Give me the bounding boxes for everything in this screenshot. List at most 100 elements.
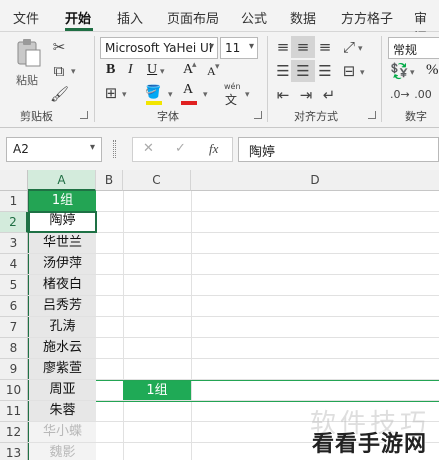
cell-a11[interactable]: 朱蓉 xyxy=(29,401,96,421)
cell-a13[interactable]: 魏影 xyxy=(29,443,96,460)
cell-a1[interactable]: 1组 xyxy=(29,191,96,211)
row-header[interactable]: 7 xyxy=(0,317,28,338)
currency-icon[interactable]: 💱 xyxy=(390,62,409,80)
font-color-button[interactable]: A xyxy=(180,82,200,106)
phonetic-dropdown-icon[interactable]: ▾ xyxy=(245,90,250,100)
row-header[interactable]: 6 xyxy=(0,296,28,317)
row-header[interactable]: 2 xyxy=(0,212,28,233)
column-header-b[interactable]: B xyxy=(96,170,123,191)
currency-dropdown-icon[interactable]: ▾ xyxy=(410,68,415,78)
formula-input[interactable]: 陶婷 xyxy=(238,137,439,162)
fill-bucket-icon: 🪣 xyxy=(145,85,162,100)
cell-a8[interactable]: 施水云 xyxy=(29,338,96,358)
formula-bar-splitter[interactable] xyxy=(113,140,116,158)
borders-icon[interactable]: ⊞ xyxy=(102,84,120,102)
cell-a12[interactable]: 华小蝶 xyxy=(29,422,96,442)
cell-a5[interactable]: 楮夜白 xyxy=(29,275,96,295)
cell-a10[interactable]: 周亚 xyxy=(29,380,96,400)
align-left-icon[interactable]: ☰ xyxy=(274,62,292,80)
copy-icon[interactable]: ⧉ xyxy=(50,62,68,80)
tab-home[interactable]: 开始 xyxy=(65,8,91,27)
underline-button[interactable]: U xyxy=(147,62,157,78)
row-header[interactable]: 12 xyxy=(0,422,28,443)
font-color-dropdown-icon[interactable]: ▾ xyxy=(203,90,208,100)
ribbon-tab-bar: 文件 开始 插入 页面布局 公式 数据 方方格子 审阅 xyxy=(0,0,439,46)
column-header-c[interactable]: C xyxy=(123,170,191,191)
align-launcher-icon[interactable] xyxy=(368,111,376,119)
formula-input-value: 陶婷 xyxy=(249,145,276,160)
align-middle-icon[interactable]: ≡ xyxy=(294,38,312,56)
font-name-select[interactable]: Microsoft YaHei UI ▾ xyxy=(100,37,218,59)
decrease-decimal-icon[interactable]: .00 xyxy=(414,86,432,104)
clipboard-launcher-icon[interactable] xyxy=(80,111,88,119)
row-header[interactable]: 4 xyxy=(0,254,28,275)
fill-dropdown-icon[interactable]: ▾ xyxy=(168,90,173,100)
cell-a9[interactable]: 廖紫萱 xyxy=(29,359,96,379)
paste-button[interactable]: 粘贴 xyxy=(10,38,46,90)
name-box[interactable]: A2 ▾ xyxy=(6,137,102,162)
grow-font-arrow-icon: ▴ xyxy=(192,60,197,70)
fill-color-button[interactable]: 🪣 xyxy=(145,84,167,106)
row-header[interactable]: 9 xyxy=(0,359,28,380)
decrease-indent-icon[interactable]: ⇤ xyxy=(274,86,292,104)
font-color-letter: A xyxy=(183,82,194,97)
number-format-value: 常规 xyxy=(393,43,418,57)
row-header[interactable]: 10 xyxy=(0,380,28,401)
group-separator xyxy=(94,36,95,122)
row-header[interactable]: 11 xyxy=(0,401,28,422)
cancel-icon[interactable]: ✕ xyxy=(143,141,154,156)
insert-function-icon[interactable]: fx xyxy=(209,141,218,157)
tab-fangfang[interactable]: 方方格子 xyxy=(341,8,393,27)
number-format-select[interactable]: 常规 xyxy=(388,37,439,59)
column-header-d[interactable]: D xyxy=(191,170,439,191)
cell-a2[interactable]: 陶婷 xyxy=(28,211,97,233)
column-header-a[interactable]: A xyxy=(28,170,96,191)
row-header[interactable]: 8 xyxy=(0,338,28,359)
font-name-value: Microsoft YaHei UI xyxy=(105,41,213,55)
format-painter-icon[interactable]: 🖌 xyxy=(50,85,69,103)
italic-button[interactable]: I xyxy=(128,62,133,78)
cell-a3[interactable]: 华世兰 xyxy=(29,233,96,253)
tab-page-layout[interactable]: 页面布局 xyxy=(167,8,219,27)
active-tab-indicator xyxy=(65,28,93,31)
underline-dropdown-icon[interactable]: ▾ xyxy=(160,67,165,77)
merge-dropdown-icon[interactable]: ▾ xyxy=(360,68,365,78)
row-header[interactable]: 3 xyxy=(0,233,28,254)
bold-button[interactable]: B xyxy=(106,62,115,78)
percent-button[interactable]: % xyxy=(426,62,439,79)
select-all-corner[interactable] xyxy=(0,170,28,191)
merge-center-icon[interactable]: ⊟ xyxy=(340,62,358,80)
increase-decimal-icon[interactable]: .0→ xyxy=(390,86,410,104)
cut-icon[interactable]: ✂ xyxy=(50,38,68,56)
borders-dropdown-icon[interactable]: ▾ xyxy=(122,90,127,100)
cell-a4[interactable]: 汤伊萍 xyxy=(29,254,96,274)
cell-a6[interactable]: 吕秀芳 xyxy=(29,296,96,316)
tab-file[interactable]: 文件 xyxy=(13,8,39,27)
orientation-dropdown-icon[interactable]: ▾ xyxy=(358,44,363,54)
cell-a7[interactable]: 孔涛 xyxy=(29,317,96,337)
increase-indent-icon[interactable]: ⇥ xyxy=(297,86,315,104)
wrap-text-icon[interactable]: ↵ xyxy=(320,86,338,104)
font-size-select[interactable]: 11 ▾ xyxy=(220,37,258,59)
orientation-icon[interactable]: ⤢ xyxy=(340,38,358,56)
tab-formulas[interactable]: 公式 xyxy=(241,8,267,27)
tab-data[interactable]: 数据 xyxy=(290,8,316,27)
tab-insert[interactable]: 插入 xyxy=(117,8,143,27)
enter-icon[interactable]: ✓ xyxy=(175,141,186,156)
align-bottom-icon[interactable]: ≡ xyxy=(316,38,334,56)
copy-dropdown-icon[interactable]: ▾ xyxy=(71,67,76,77)
formula-bar: A2 ▾ ✕ ✓ fx 陶婷 xyxy=(0,128,439,170)
chevron-down-icon: ▾ xyxy=(248,41,254,52)
align-top-icon[interactable]: ≡ xyxy=(274,38,292,56)
cell-c2[interactable]: 1组 xyxy=(123,381,191,401)
row-header[interactable]: 1 xyxy=(0,191,28,212)
number-group-label: 数字 xyxy=(405,110,427,123)
row-header[interactable]: 13 xyxy=(0,443,28,460)
chevron-down-icon: ▾ xyxy=(208,41,214,52)
phonetic-button[interactable]: wén 文 xyxy=(222,82,244,107)
row-header[interactable]: 5 xyxy=(0,275,28,296)
font-launcher-icon[interactable] xyxy=(254,111,262,119)
align-right-icon[interactable]: ☰ xyxy=(316,62,334,80)
align-center-icon[interactable]: ☰ xyxy=(294,62,312,80)
watermark-site: 看看手游网 xyxy=(312,432,428,457)
